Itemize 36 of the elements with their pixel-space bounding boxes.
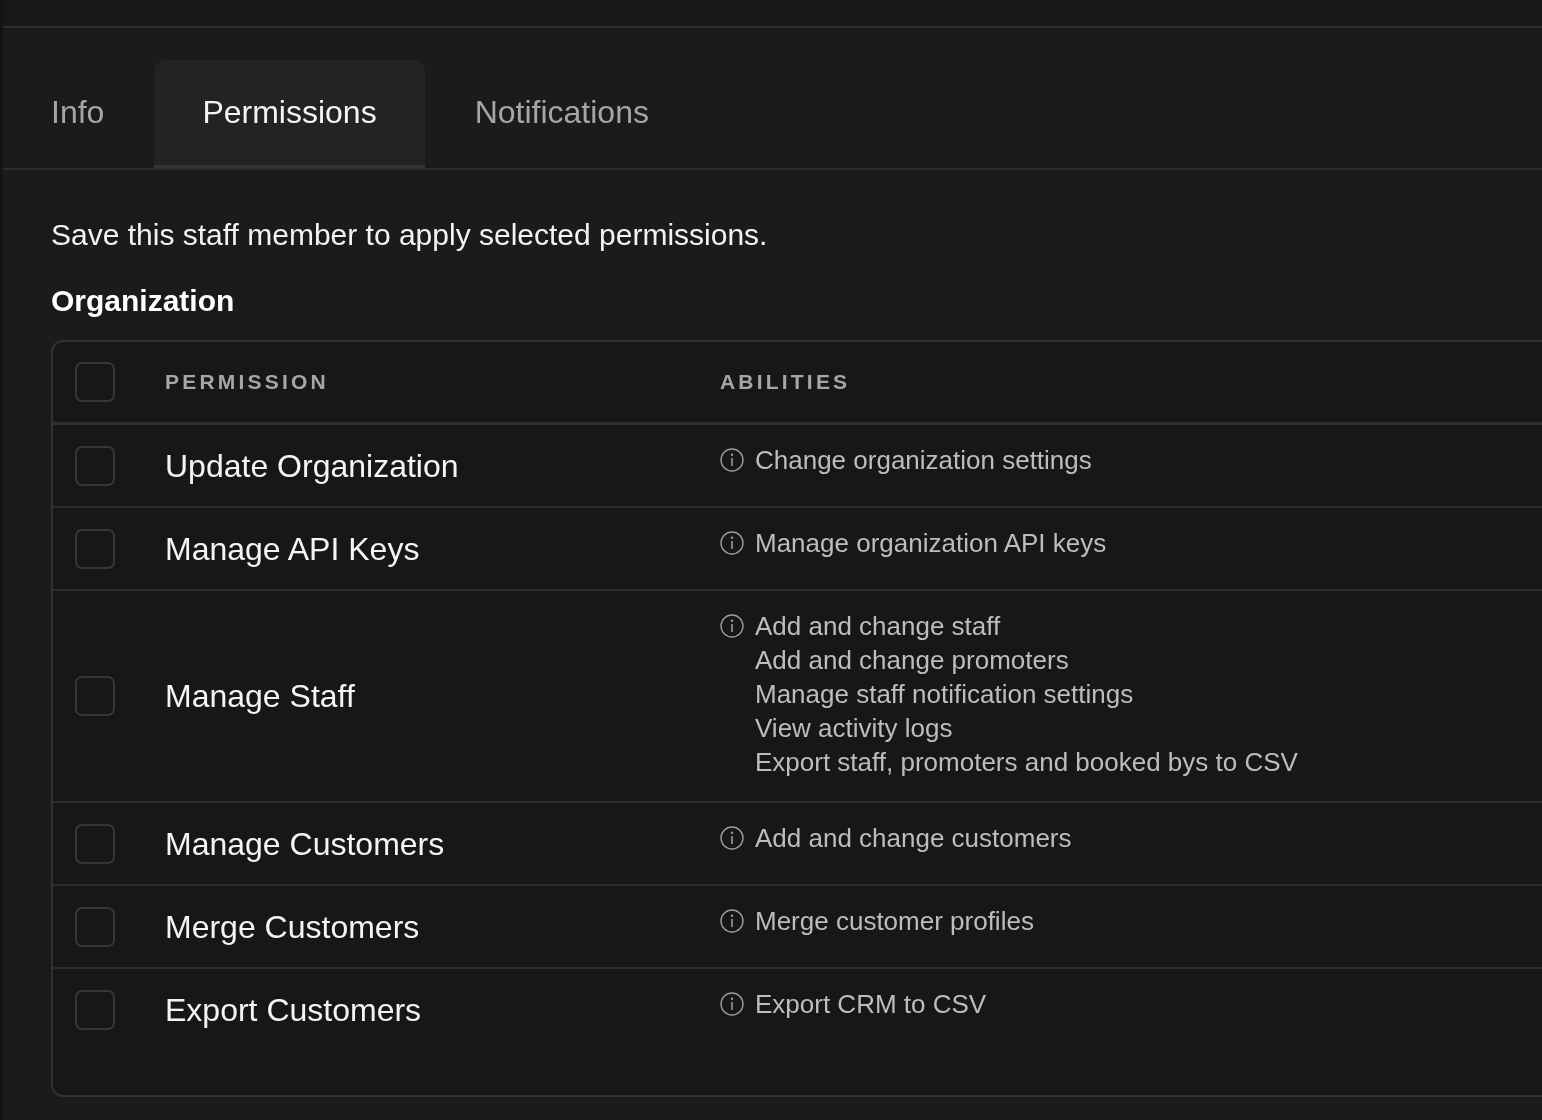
checkbox[interactable] [75, 676, 115, 716]
info-icon [720, 992, 744, 1016]
permission-name: Export Customers [165, 990, 422, 1030]
info-icon [720, 909, 744, 933]
ability-text: Change organization settings [755, 444, 1092, 477]
info-icon [720, 531, 744, 555]
permission-name: Manage Customers [165, 824, 445, 864]
permission-name: Manage API Keys [165, 529, 420, 569]
checkbox[interactable] [75, 906, 115, 947]
ability-text: Add and change promoters [755, 644, 1069, 677]
tab[interactable]: Permissions [154, 60, 425, 168]
ability-text: Export staff, promoters and booked bys to CSV [755, 746, 1298, 779]
tab[interactable]: Info [3, 60, 153, 168]
checkbox[interactable] [75, 362, 115, 402]
permission-name: Merge Customers [165, 907, 420, 947]
tab[interactable]: Notifications [426, 60, 697, 168]
ability-text: Export CRM to CSV [755, 988, 987, 1021]
ability-text: Add and change customers [755, 822, 1072, 855]
ability-text: View activity logs [755, 712, 953, 745]
ability-text: Merge customer profiles [755, 905, 1034, 938]
permission-name: Update Organization [165, 446, 459, 486]
ability-text: Manage staff notification settings [755, 678, 1134, 711]
ability-text: Manage organization API keys [755, 527, 1107, 560]
notice-text: Save this staff member to apply selected permissions. [51, 217, 768, 253]
info-icon [720, 614, 744, 638]
checkbox[interactable] [75, 528, 115, 569]
checkbox[interactable] [75, 823, 115, 864]
column-header: ABILITIES [720, 370, 851, 394]
permission-name: Manage Staff [165, 677, 355, 716]
column-header: PERMISSION [165, 370, 329, 394]
info-icon [720, 826, 744, 850]
info-icon [720, 448, 744, 472]
ability-text: Add and change staff [755, 610, 1001, 643]
checkbox[interactable] [75, 445, 115, 486]
checkbox[interactable] [75, 989, 115, 1030]
section-title: Organization [51, 283, 235, 319]
